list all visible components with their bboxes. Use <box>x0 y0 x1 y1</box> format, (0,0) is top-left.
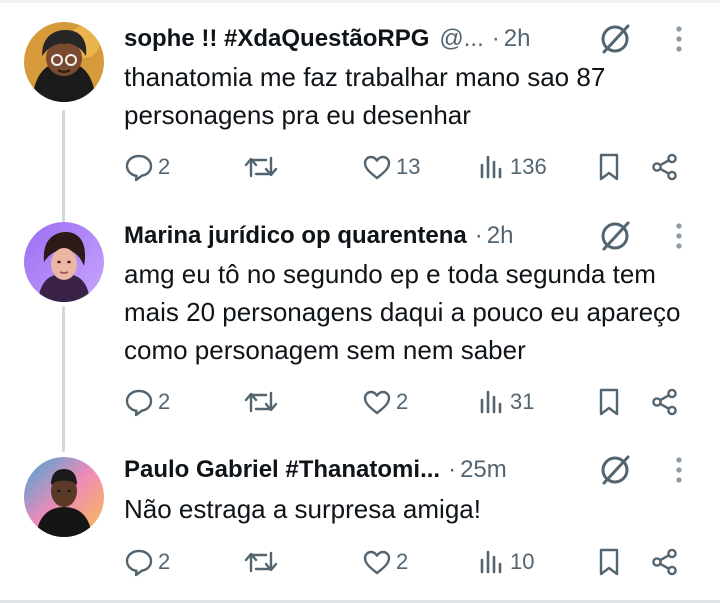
timestamp[interactable]: 2h <box>504 25 531 53</box>
bookmark-button[interactable] <box>596 147 622 187</box>
views-icon <box>480 390 502 414</box>
tweet-text: Não estraga a surpresa amiga! <box>124 494 481 524</box>
timestamp[interactable]: 25m <box>460 456 507 484</box>
reply-count: 2 <box>158 154 171 179</box>
repost-button[interactable] <box>244 382 282 422</box>
repost-button[interactable] <box>244 542 282 582</box>
tweet[interactable]: Paulo Gabriel #Thanatomi... · 25m Não es… <box>0 435 720 600</box>
tweet[interactable]: Marina jurídico op quarentena · 2h amg e… <box>0 200 720 435</box>
bookmark-button[interactable] <box>596 542 622 582</box>
bookmark-icon <box>599 388 619 416</box>
photo-avatar-purple-icon <box>24 222 104 302</box>
repost-button[interactable] <box>244 147 282 187</box>
tweet-actions: 2 2 10 <box>120 542 690 582</box>
separator-dot: · <box>491 25 500 52</box>
photo-avatar-man-icon <box>24 457 104 537</box>
reply-button[interactable]: 2 <box>124 542 170 582</box>
share-icon <box>652 153 677 181</box>
reply-count: 2 <box>158 549 171 574</box>
avatar[interactable] <box>24 222 104 302</box>
share-button[interactable] <box>650 147 680 187</box>
like-count: 2 <box>396 389 409 414</box>
tweet-text: amg eu tô no segundo ep e toda segunda t… <box>124 259 681 365</box>
tweet-header: sophe !! #XdaQuestãoRPG @... · 2h <box>124 22 530 56</box>
reply-icon <box>125 549 153 577</box>
views-icon <box>480 155 502 179</box>
repost-icon <box>244 551 278 573</box>
separator-dot: · <box>448 456 457 483</box>
tweet-header: Marina jurídico op quarentena · 2h <box>124 219 513 253</box>
reply-button[interactable]: 2 <box>124 382 170 422</box>
user-handle[interactable]: @... <box>439 25 483 53</box>
reply-count: 2 <box>158 389 171 414</box>
like-button[interactable]: 13 <box>362 147 420 187</box>
avatar[interactable] <box>24 22 104 102</box>
reply-icon <box>125 154 153 182</box>
bookmark-button[interactable] <box>596 382 622 422</box>
replies-limited-icon[interactable] <box>596 219 634 253</box>
bookmark-icon <box>599 153 619 181</box>
share-button[interactable] <box>650 382 680 422</box>
timestamp[interactable]: 2h <box>487 222 514 250</box>
view-count: 136 <box>510 154 547 179</box>
bookmark-icon <box>599 548 619 576</box>
more-options-icon[interactable] <box>664 453 694 487</box>
like-count: 2 <box>396 549 409 574</box>
tweet-header: Paulo Gabriel #Thanatomi... · 25m <box>124 453 507 487</box>
like-button[interactable]: 2 <box>362 382 408 422</box>
replies-limited-icon[interactable] <box>596 22 634 56</box>
heart-icon <box>363 390 391 415</box>
repost-icon <box>244 156 278 178</box>
tweet-text: thanatomia me faz trabalhar mano sao 87 … <box>124 62 606 130</box>
views-button[interactable]: 31 <box>478 382 534 422</box>
views-button[interactable]: 136 <box>478 147 547 187</box>
tweet-actions: 2 2 31 <box>120 382 690 422</box>
view-count: 10 <box>510 549 535 574</box>
more-options-icon[interactable] <box>664 22 694 56</box>
more-options-icon[interactable] <box>664 219 694 253</box>
separator-dot: · <box>474 222 483 249</box>
replies-limited-icon[interactable] <box>596 453 634 487</box>
like-button[interactable]: 2 <box>362 542 408 582</box>
like-count: 13 <box>396 154 421 179</box>
display-name[interactable]: Paulo Gabriel #Thanatomi... <box>124 456 440 484</box>
tweet[interactable]: sophe !! #XdaQuestãoRPG @... · 2h thanat… <box>0 0 720 200</box>
display-name[interactable]: Marina jurídico op quarentena <box>124 222 467 250</box>
share-icon <box>652 548 677 576</box>
view-count: 31 <box>510 389 535 414</box>
share-button[interactable] <box>650 542 680 582</box>
illustrated-character-avatar-icon <box>24 22 104 102</box>
heart-icon <box>363 550 391 575</box>
tweet-actions: 2 13 136 <box>120 147 690 187</box>
avatar[interactable] <box>24 457 104 537</box>
repost-icon <box>244 391 278 413</box>
share-icon <box>652 388 677 416</box>
views-button[interactable]: 10 <box>478 542 534 582</box>
views-icon <box>480 550 502 574</box>
heart-icon <box>363 155 391 180</box>
reply-icon <box>125 389 153 417</box>
reply-button[interactable]: 2 <box>124 147 170 187</box>
display-name[interactable]: sophe !! #XdaQuestãoRPG <box>124 25 429 53</box>
